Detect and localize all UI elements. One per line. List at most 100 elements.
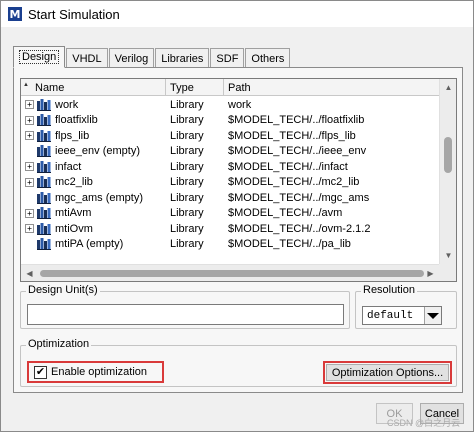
scrollbar-corner [439,264,456,281]
list-item[interactable]: ieee_env (empty) Library $MODEL_TECH/../ie… [21,144,439,160]
cell-name: + mtiAvm [21,207,166,220]
enable-optimization-label[interactable]: Enable optimization [51,366,147,378]
tab-verilog[interactable]: Verilog [108,48,155,68]
tab-design[interactable]: Design [13,46,66,68]
library-name: ieee_env (empty) [55,145,140,158]
vertical-scrollbar[interactable]: ▲ ▼ [439,79,456,264]
design-unit-label: Design Unit(s) [26,284,100,296]
window-title: Start Simulation [28,6,120,22]
resolution-value: default [367,309,414,322]
list-item[interactable]: + mtiAvm Library $MODEL_TECH/../avm [21,206,439,222]
tab-libraries[interactable]: Libraries [155,48,210,68]
tab-bar: Design VHDL Verilog Libraries SDF Others [13,46,291,68]
design-unit-group: Design Unit(s) [20,284,350,329]
resolution-group: Resolution default [355,284,457,329]
list-item[interactable]: + floatfixlib Library $MODEL_TECH/../floatf… [21,113,439,129]
enable-optimization-checkbox[interactable]: ✔ [34,365,47,379]
tab-design-label: Design [19,50,60,64]
library-path: $MODEL_TECH/../flps_lib [228,129,356,142]
library-icon [37,207,51,220]
library-icon [37,238,51,251]
column-name-label: Name [35,81,65,94]
library-icon [37,222,51,235]
library-name: mtiPA (empty) [55,238,124,251]
scroll-up-icon[interactable]: ▲ [440,79,457,96]
library-list[interactable]: ▲ Name Type Path + work Library work + floatf… [20,78,457,282]
scroll-right-icon[interactable]: ▶ [422,265,439,282]
expand-plus-icon[interactable]: + [25,131,34,141]
library-type: Library [170,191,204,204]
horizontal-scrollbar[interactable]: ◀ ▶ [21,264,439,281]
design-unit-input[interactable] [27,304,344,325]
optimization-options-highlight: Optimization Options... [323,361,452,384]
checkmark-icon: ✔ [35,365,46,378]
start-simulation-dialog: M Start Simulation Design VHDL Verilog L… [0,0,474,432]
library-name: mtiAvm [55,207,92,220]
expand-plus-icon[interactable]: + [25,115,34,125]
library-type: Library [170,129,204,142]
optimization-group: Optimization ✔ Enable optimization Optim… [20,338,457,387]
library-path: $MODEL_TECH/../floatfixlib [228,114,365,127]
library-path: $MODEL_TECH/../pa_lib [228,238,351,251]
cell-name: mgc_ams (empty) [21,191,166,204]
list-item[interactable]: mgc_ams (empty) Library $MODEL_TECH/../mgc… [21,190,439,206]
list-header: ▲ Name Type Path [21,79,439,96]
design-tab-panel: ▲ Name Type Path + work Library work + floatf… [13,67,463,393]
library-type: Library [170,145,204,158]
library-type: Library [170,160,204,173]
library-icon [37,129,51,142]
library-name: infact [55,160,82,173]
tab-others[interactable]: Others [245,48,291,68]
cell-name: + mc2_lib [21,176,166,189]
library-name: mgc_ams (empty) [55,191,144,204]
scroll-left-icon[interactable]: ◀ [21,265,38,282]
column-header-name[interactable]: ▲ Name [21,79,166,96]
library-icon [37,191,51,204]
list-item[interactable]: + flps_lib Library $MODEL_TECH/../flps_lib [21,128,439,144]
library-path: $MODEL_TECH/../infact [228,160,348,173]
library-type: Library [170,222,204,235]
tab-vhdl[interactable]: VHDL [66,48,108,68]
library-path: work [228,98,252,111]
library-path: $MODEL_TECH/../mc2_lib [228,176,360,189]
cell-name: + mtiOvm [21,222,166,235]
expand-plus-icon[interactable]: + [25,100,34,110]
library-icon [37,176,51,189]
sort-up-icon: ▲ [23,82,29,88]
resolution-label: Resolution [361,284,417,296]
library-type: Library [170,238,204,251]
expand-plus-icon[interactable]: + [25,208,34,218]
list-item[interactable]: + infact Library $MODEL_TECH/../infact [21,159,439,175]
library-name: flps_lib [55,129,90,142]
list-item[interactable]: + mtiOvm Library $MODEL_TECH/../ovm-2.1.2 [21,221,439,237]
expand-plus-icon[interactable]: + [25,177,34,187]
list-body: + work Library work + floatfixlib Library $MODE… [21,97,439,263]
list-item[interactable]: + work Library work [21,97,439,113]
column-header-path[interactable]: Path [224,79,439,96]
column-header-type[interactable]: Type [166,79,224,96]
expand-plus-icon[interactable]: + [25,162,34,172]
vertical-scroll-thumb[interactable] [444,137,452,173]
list-item[interactable]: + mc2_lib Library $MODEL_TECH/../mc2_lib [21,175,439,191]
library-name: mtiOvm [55,222,93,235]
horizontal-scroll-thumb[interactable] [40,270,424,277]
title-bar[interactable]: M Start Simulation [1,1,473,27]
library-name: work [55,98,79,111]
library-path: $MODEL_TECH/../mgc_ams [228,191,370,204]
library-path: $MODEL_TECH/../ieee_env [228,145,367,158]
optimization-options-button[interactable]: Optimization Options... [326,364,449,381]
resolution-select[interactable]: default [362,306,442,325]
modelsim-logo-icon: M [8,7,22,21]
list-item[interactable]: mtiPA (empty) Library $MODEL_TECH/../pa_li… [21,237,439,253]
chevron-down-icon [427,312,439,319]
library-name: mc2_lib [55,176,93,189]
cell-name: mtiPA (empty) [21,238,166,251]
dropdown-button[interactable] [424,307,441,324]
scroll-down-icon[interactable]: ▼ [440,247,457,264]
library-type: Library [170,114,204,127]
cell-name: + infact [21,160,166,173]
cell-name: + floatfixlib [21,114,166,127]
watermark-text: CSDN @白之月云 [387,418,461,428]
tab-sdf[interactable]: SDF [210,48,245,68]
expand-plus-icon[interactable]: + [25,224,34,234]
